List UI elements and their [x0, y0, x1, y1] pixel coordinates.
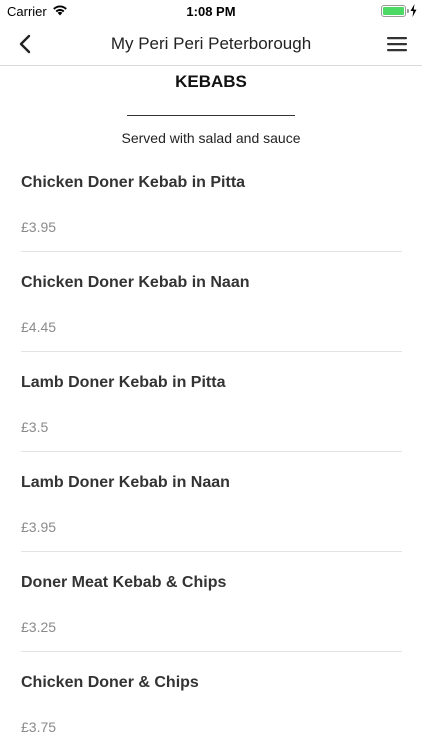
- battery-level: [383, 7, 404, 15]
- menu-item-list: Chicken Doner Kebab in Pitta £3.95 Chick…: [0, 152, 422, 750]
- menu-item-name: Chicken Doner & Chips: [21, 674, 199, 691]
- menu-item-price: £3.95: [21, 219, 57, 235]
- menu-item-name: Doner Meat Kebab & Chips: [21, 574, 227, 591]
- menu-item[interactable]: Chicken Doner & Chips £3.75: [21, 652, 402, 750]
- menu-item-price: £3.75: [21, 719, 57, 735]
- status-bar: Carrier 1:08 PM: [0, 0, 422, 22]
- battery-icon: [381, 5, 406, 17]
- menu-item-name: Lamb Doner Kebab in Pitta: [21, 374, 226, 391]
- navigation-bar: My Peri Peri Peterborough: [0, 22, 422, 66]
- section-title: KEBABS: [175, 72, 247, 91]
- page-title: My Peri Peri Peterborough: [110, 34, 312, 53]
- status-time: 1:08 PM: [186, 4, 236, 19]
- menu-item-price: £4.45: [21, 319, 57, 335]
- menu-item-name: Lamb Doner Kebab in Naan: [21, 474, 230, 491]
- menu-item-name: Chicken Doner Kebab in Naan: [21, 274, 250, 291]
- menu-item-price: £3.5: [21, 419, 49, 435]
- section-subtitle: Served with salad and sauce: [121, 130, 301, 146]
- menu-item-price: £3.25: [21, 619, 57, 635]
- menu-item[interactable]: Lamb Doner Kebab in Naan £3.95: [21, 452, 402, 552]
- menu-item[interactable]: Lamb Doner Kebab in Pitta £3.5: [21, 352, 402, 452]
- charging-bolt-icon: [410, 4, 417, 17]
- menu-item-price: £3.95: [21, 519, 57, 535]
- battery-cap: [407, 9, 409, 13]
- menu-item[interactable]: Doner Meat Kebab & Chips £3.25: [21, 552, 402, 652]
- menu-item[interactable]: Chicken Doner Kebab in Naan £4.45: [21, 252, 402, 352]
- section-divider: [127, 115, 295, 116]
- menu-item[interactable]: Chicken Doner Kebab in Pitta £3.95: [21, 152, 402, 252]
- hamburger-menu-icon[interactable]: [386, 33, 408, 55]
- menu-item-name: Chicken Doner Kebab in Pitta: [21, 174, 246, 191]
